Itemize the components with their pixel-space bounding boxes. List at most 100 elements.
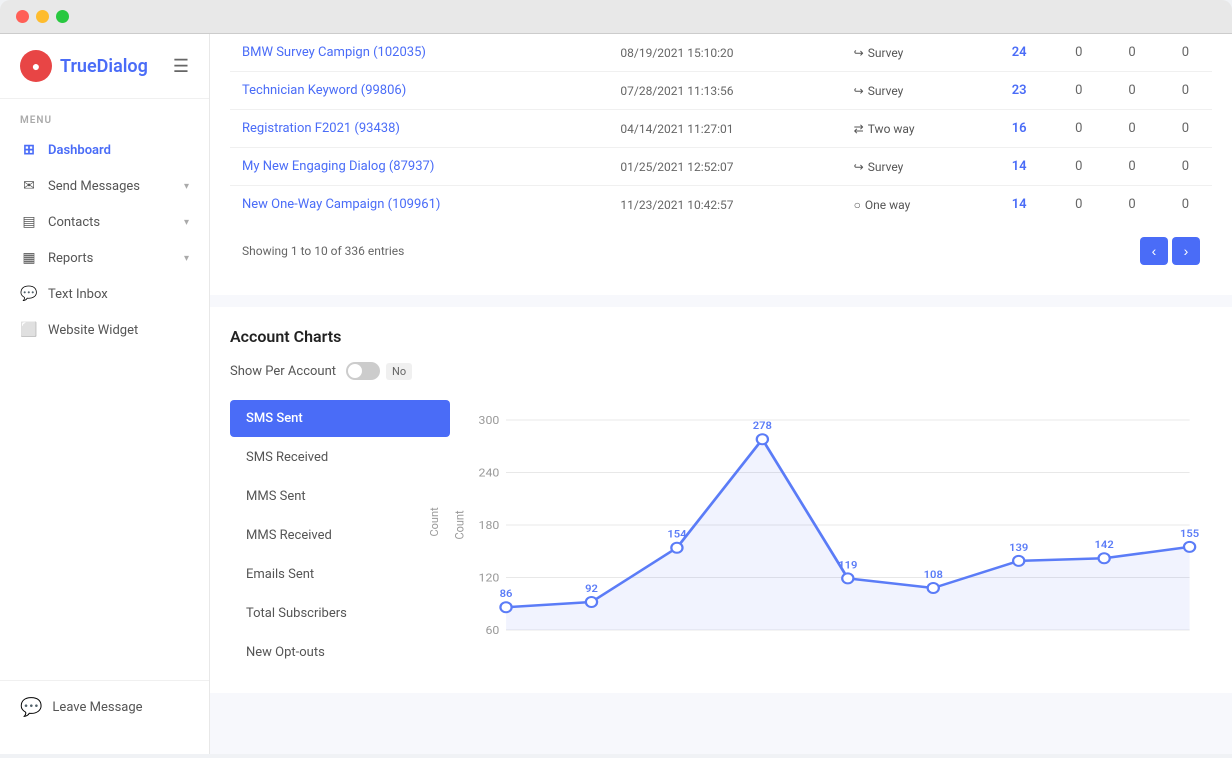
- sidebar-item-send-messages[interactable]: ✉ Send Messages ▾: [0, 168, 209, 204]
- logo-icon: ●: [20, 50, 52, 82]
- type-cell: ○One way: [842, 186, 986, 224]
- send-messages-icon: ✉: [20, 178, 38, 194]
- close-button[interactable]: [16, 10, 29, 23]
- pagination-next-button[interactable]: ›: [1172, 237, 1200, 265]
- svg-text:278: 278: [753, 420, 772, 432]
- svg-text:180: 180: [479, 519, 500, 532]
- svg-text:154: 154: [667, 528, 686, 540]
- table-section: BMW Survey Campign (102035) 08/19/2021 1…: [210, 34, 1232, 295]
- sidebar-item-text-inbox[interactable]: 💬 Text Inbox: [0, 276, 209, 312]
- chart-menu-item-mms-sent[interactable]: MMS Sent: [230, 478, 450, 515]
- campaign-link[interactable]: BMW Survey Campign (102035): [242, 45, 426, 60]
- table-showing-text: Showing 1 to 10 of 336 entries: [242, 244, 404, 258]
- chart-menu-item-mms-received[interactable]: MMS Received: [230, 517, 450, 554]
- type-icon: ↪: [854, 46, 864, 60]
- per-account-toggle[interactable]: [346, 362, 380, 380]
- zero-cell-3: 0: [1159, 186, 1212, 224]
- pagination-prev-button[interactable]: ‹: [1140, 237, 1168, 265]
- campaign-link[interactable]: New One-Way Campaign (109961): [242, 197, 440, 212]
- minimize-button[interactable]: [36, 10, 49, 23]
- date-cell: 04/14/2021 11:27:01: [608, 110, 841, 148]
- zero-cell-1: 0: [1052, 110, 1105, 148]
- toggle-no-label: No: [386, 363, 412, 380]
- chart-svg: 300240180120608692154278119108139142155C…: [450, 400, 1212, 660]
- charts-section: Account Charts Show Per Account No SMS S…: [210, 307, 1232, 693]
- dashboard-icon: ⊞: [20, 142, 38, 158]
- window-chrome: [0, 0, 1232, 34]
- type-cell: ↪Survey: [842, 148, 986, 186]
- chart-menu-item-total-subscribers[interactable]: Total Subscribers: [230, 595, 450, 632]
- zero-cell-2: 0: [1105, 34, 1158, 72]
- type-cell: ⇄Two way: [842, 110, 986, 148]
- show-per-account-label: Show Per Account: [230, 364, 336, 379]
- zero-cell-1: 0: [1052, 186, 1105, 224]
- zero-cell-3: 0: [1159, 148, 1212, 186]
- chart-menu-item-emails-sent[interactable]: Emails Sent: [230, 556, 450, 593]
- type-cell: ↪Survey: [842, 34, 986, 72]
- logo-text: TrueDialog: [60, 56, 148, 77]
- chevron-down-icon: ▾: [184, 253, 189, 264]
- count-cell: 14: [986, 148, 1052, 186]
- svg-text:120: 120: [479, 571, 500, 584]
- menu-label: MENU: [0, 99, 209, 132]
- zero-cell-2: 0: [1105, 148, 1158, 186]
- reports-icon: ▦: [20, 250, 38, 266]
- count-cell: 24: [986, 34, 1052, 72]
- leave-message-button[interactable]: 💬 Leave Message: [0, 680, 209, 734]
- count-cell: 23: [986, 72, 1052, 110]
- svg-text:108: 108: [924, 569, 943, 581]
- chart-menu-item-new-opt-outs[interactable]: New Opt-outs: [230, 634, 450, 671]
- chart-y-label: Count: [428, 507, 441, 536]
- chevron-down-icon: ▾: [184, 217, 189, 228]
- contacts-icon: ▤: [20, 214, 38, 230]
- svg-text:300: 300: [479, 414, 500, 427]
- leave-message-icon: 💬: [20, 697, 42, 718]
- sidebar: ● TrueDialog ☰ MENU ⊞ Dashboard ✉ Send M…: [0, 34, 210, 754]
- zero-cell-1: 0: [1052, 148, 1105, 186]
- table-footer: Showing 1 to 10 of 336 entries ‹ ›: [230, 223, 1212, 279]
- type-icon: ⇄: [854, 122, 864, 136]
- chart-area: Count 3002401801206086921542781191081391…: [450, 400, 1212, 660]
- sidebar-item-website-widget[interactable]: ⬜ Website Widget: [0, 312, 209, 348]
- svg-text:Count: Count: [452, 510, 467, 539]
- main-content: BMW Survey Campign (102035) 08/19/2021 1…: [210, 34, 1232, 754]
- svg-text:139: 139: [1009, 541, 1028, 553]
- svg-text:155: 155: [1180, 527, 1199, 539]
- sidebar-item-label: Dashboard: [48, 143, 111, 158]
- svg-text:92: 92: [585, 583, 598, 595]
- zero-cell-3: 0: [1159, 110, 1212, 148]
- campaign-link[interactable]: Technician Keyword (99806): [242, 83, 406, 98]
- text-inbox-icon: 💬: [20, 286, 38, 302]
- chevron-down-icon: ▾: [184, 181, 189, 192]
- campaign-link[interactable]: My New Engaging Dialog (87937): [242, 159, 434, 174]
- sidebar-header: ● TrueDialog ☰: [0, 34, 209, 99]
- zero-cell-2: 0: [1105, 110, 1158, 148]
- show-per-account-row: Show Per Account No: [230, 362, 1212, 380]
- charts-layout: SMS SentSMS ReceivedMMS SentMMS Received…: [230, 400, 1212, 673]
- chart-menu-item-sms-sent[interactable]: SMS Sent: [230, 400, 450, 437]
- sidebar-item-contacts[interactable]: ▤ Contacts ▾: [0, 204, 209, 240]
- campaign-link[interactable]: Registration F2021 (93438): [242, 121, 400, 136]
- chart-menu-item-sms-received[interactable]: SMS Received: [230, 439, 450, 476]
- zero-cell-2: 0: [1105, 186, 1158, 224]
- svg-text:119: 119: [838, 559, 857, 571]
- svg-text:142: 142: [1095, 539, 1114, 551]
- app-container: ● TrueDialog ☰ MENU ⊞ Dashboard ✉ Send M…: [0, 34, 1232, 754]
- type-icon: ↪: [854, 160, 864, 174]
- sidebar-item-label: Contacts: [48, 215, 100, 230]
- zero-cell-1: 0: [1052, 72, 1105, 110]
- website-widget-icon: ⬜: [20, 322, 38, 338]
- charts-title: Account Charts: [230, 327, 1212, 346]
- count-cell: 14: [986, 186, 1052, 224]
- date-cell: 08/19/2021 15:10:20: [608, 34, 841, 72]
- maximize-button[interactable]: [56, 10, 69, 23]
- hamburger-button[interactable]: ☰: [173, 56, 189, 77]
- date-cell: 07/28/2021 11:13:56: [608, 72, 841, 110]
- zero-cell-2: 0: [1105, 72, 1158, 110]
- logo: ● TrueDialog: [20, 50, 148, 82]
- zero-cell-3: 0: [1159, 72, 1212, 110]
- sidebar-item-dashboard[interactable]: ⊞ Dashboard: [0, 132, 209, 168]
- sidebar-item-reports[interactable]: ▦ Reports ▾: [0, 240, 209, 276]
- zero-cell-3: 0: [1159, 34, 1212, 72]
- sidebar-item-label: Send Messages: [48, 179, 140, 194]
